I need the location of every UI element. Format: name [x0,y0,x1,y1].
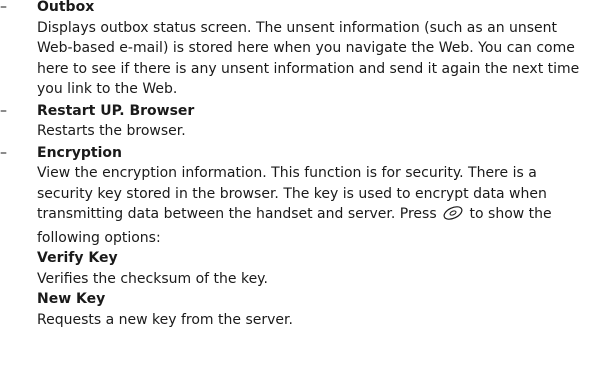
list-item-encryption: – Encryption View the encryption informa… [0,143,613,331]
term-outbox: Outbox [37,0,95,15]
navigation-key-icon [442,205,464,228]
option-term-new-key: New Key [37,291,106,307]
desc-line: here to see if there is any unsent infor… [37,60,580,77]
desc-line: Displays outbox status screen. The unsen… [37,19,558,36]
list-item-outbox: – Outbox Displays outbox status screen. … [0,0,613,100]
desc-line: Web-based e-mail) is stored here when yo… [37,40,575,56]
list-item-restart-browser: – Restart UP. Browser Restarts the brows… [0,101,613,142]
desc-line: you link to the Web. [37,81,178,97]
desc-line: Restarts the browser. [37,123,186,139]
document-page: – Outbox Displays outbox status screen. … [0,0,613,366]
desc-line: following options: [37,229,161,246]
bullet-dash: – [0,144,7,161]
desc-line-with-key: transmitting data between the handset an… [37,204,613,228]
option-term-verify-key: Verify Key [37,250,118,266]
desc-line: View the encryption information. This fu… [37,165,537,181]
option-desc-verify-key: Verifies the checksum of the key. [37,270,268,287]
option-desc-new-key: Requests a new key from the server. [37,311,293,328]
term-encryption: Encryption [37,144,122,161]
term-restart-browser: Restart UP. Browser [37,102,195,119]
desc-line: security key stored in the browser. The … [37,185,547,202]
bullet-dash: – [0,0,7,15]
desc-text: to show the [469,206,552,222]
desc-text: transmitting data between the handset an… [37,206,437,222]
bullet-dash: – [0,102,7,119]
